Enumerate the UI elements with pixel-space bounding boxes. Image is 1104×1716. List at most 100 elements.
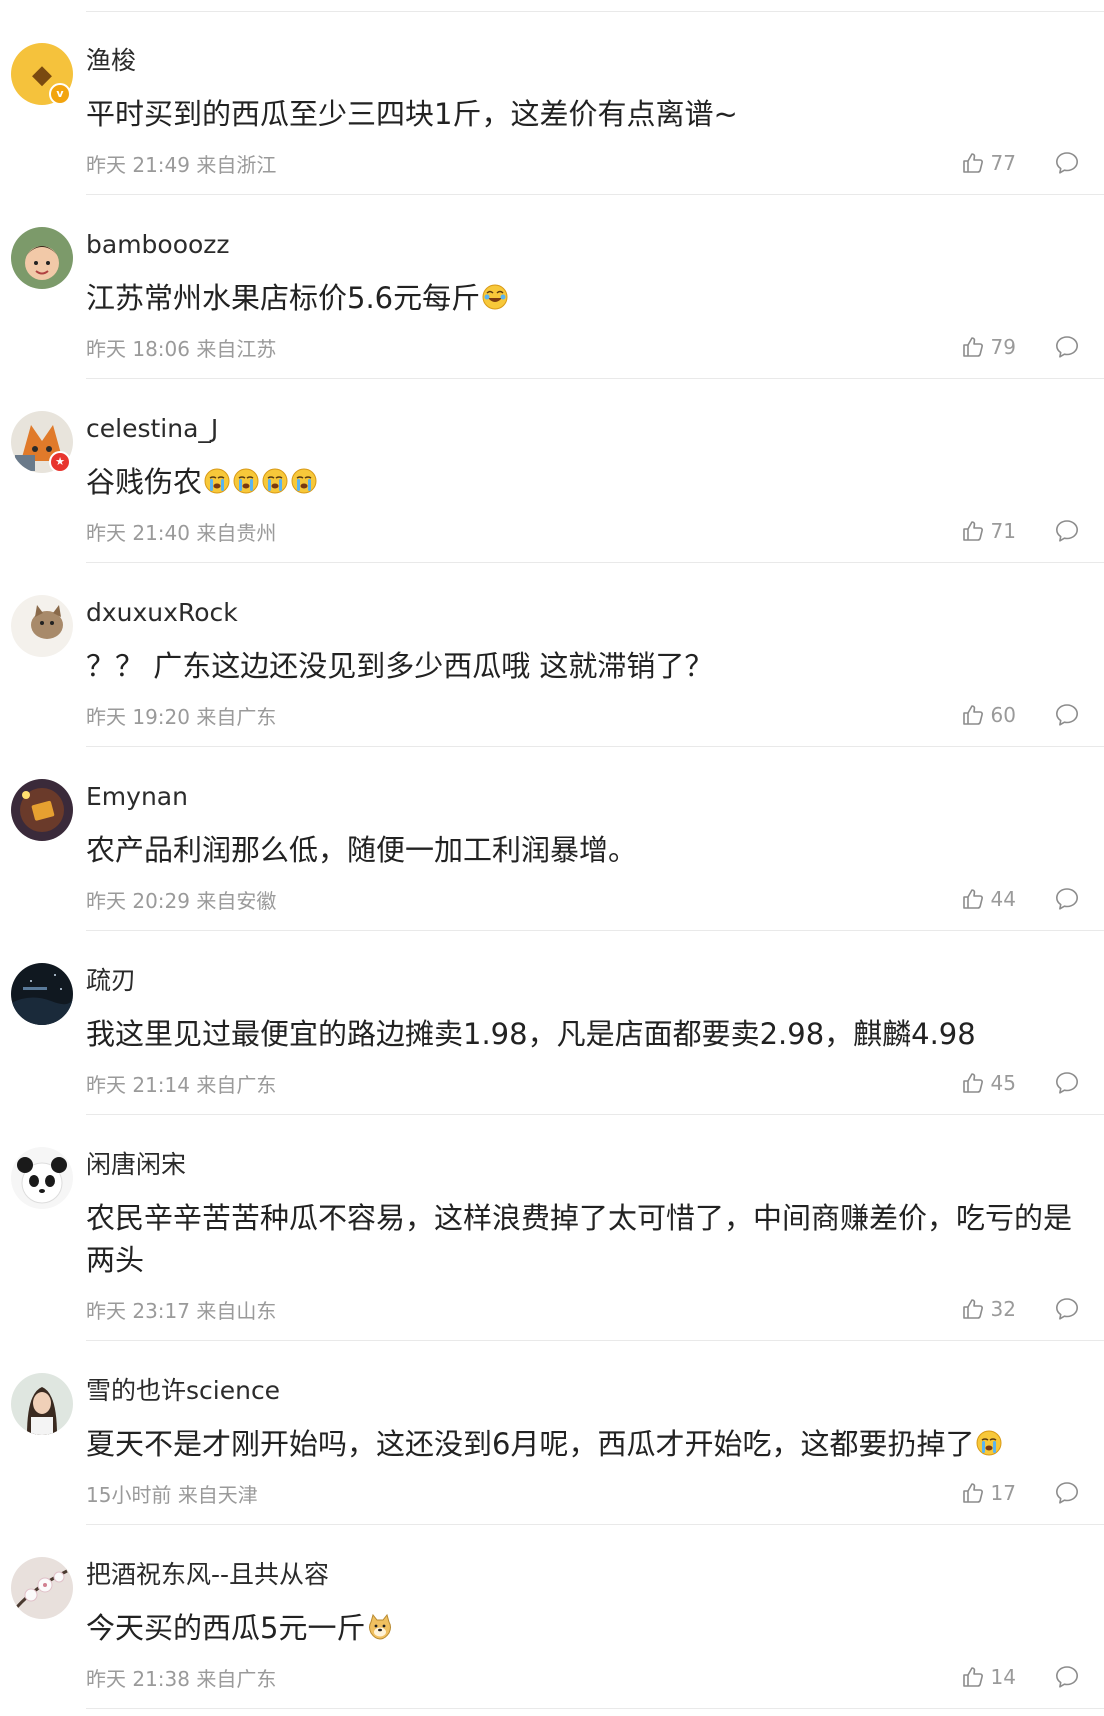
comment-location: 来自江苏 — [196, 337, 277, 361]
comment-location: 来自浙江 — [196, 153, 277, 177]
verified-icon: v — [49, 83, 71, 105]
like-button[interactable]: 45 — [961, 1069, 1016, 1097]
reply-button[interactable] — [1054, 1296, 1080, 1322]
crying-emoji-icon — [232, 467, 260, 495]
comment-actions: 17 — [961, 1479, 1080, 1507]
like-button[interactable]: 17 — [961, 1479, 1016, 1507]
divider — [86, 1708, 1104, 1709]
like-button[interactable]: 60 — [961, 701, 1016, 729]
comment-author[interactable]: 雪的也许science — [86, 1375, 280, 1407]
like-count: 60 — [990, 703, 1016, 727]
avatar[interactable] — [11, 595, 73, 657]
like-count: 14 — [990, 1665, 1016, 1689]
reply-button[interactable] — [1054, 1664, 1080, 1690]
comment-meta: 昨天 21:14 来自广东 — [86, 1071, 276, 1099]
like-button[interactable]: 44 — [961, 885, 1016, 913]
comment-text: 今天买的西瓜5元一斤 — [86, 1607, 1074, 1649]
laughing-emoji-icon — [481, 283, 509, 311]
comment-bubble-icon — [1054, 1070, 1080, 1096]
comment-meta: 昨天 21:49 来自浙江 — [86, 151, 276, 179]
comment-actions: 32 — [961, 1295, 1080, 1323]
comment-actions: 71 — [961, 517, 1080, 545]
comment-time: 昨天 21:49 — [86, 153, 190, 177]
comment-meta: 15小时前 来自天津 — [86, 1481, 258, 1509]
comment-text: 平时买到的西瓜至少三四块1斤，这差价有点离谱~ — [86, 97, 738, 131]
like-button[interactable]: 77 — [961, 149, 1016, 177]
comment-item: ★ celestina_J 谷贱伤农 昨天 21:40 来自贵州 71 — [0, 379, 1104, 563]
comment-actions: 60 — [961, 701, 1080, 729]
like-button[interactable]: 14 — [961, 1663, 1016, 1691]
svg-text:◆: ◆ — [32, 60, 52, 90]
crying-emoji-icon — [203, 467, 231, 495]
crying-emoji-icon — [290, 467, 318, 495]
comment-actions: 44 — [961, 885, 1080, 913]
comment-bubble-icon — [1054, 702, 1080, 728]
star-badge-icon: ★ — [49, 451, 71, 473]
comment-author[interactable]: 把酒祝东风--且共从容 — [86, 1559, 329, 1591]
like-count: 45 — [990, 1071, 1016, 1095]
comment-bubble-icon — [1054, 1664, 1080, 1690]
comment-author[interactable]: dxuxuxRock — [86, 597, 238, 629]
crying-emoji-icon — [261, 467, 289, 495]
like-button[interactable]: 32 — [961, 1295, 1016, 1323]
thumbs-up-icon — [961, 519, 985, 543]
like-count: 17 — [990, 1481, 1016, 1505]
comment-location: 来自广东 — [196, 1073, 277, 1097]
comment-location: 来自安徽 — [196, 889, 277, 913]
comment-author[interactable]: bambooozz — [86, 229, 230, 261]
thumbs-up-icon — [961, 887, 985, 911]
comment-text: 谷贱伤农 — [86, 461, 1074, 503]
comment-bubble-icon — [1054, 886, 1080, 912]
crying-emoji-icon — [975, 1429, 1003, 1457]
comment-time: 昨天 21:38 — [86, 1667, 190, 1691]
comment-bubble-icon — [1054, 150, 1080, 176]
reply-button[interactable] — [1054, 1480, 1080, 1506]
comment-item: 把酒祝东风--且共从容 今天买的西瓜5元一斤 昨天 21:38 来自广东 14 — [0, 1525, 1104, 1709]
comment-bubble-icon — [1054, 334, 1080, 360]
comment-time: 昨天 21:40 — [86, 521, 190, 545]
like-count: 77 — [990, 151, 1016, 175]
thumbs-up-icon — [961, 703, 985, 727]
reply-button[interactable] — [1054, 702, 1080, 728]
comment-bubble-icon — [1054, 1480, 1080, 1506]
comment-actions: 14 — [961, 1663, 1080, 1691]
comment-author[interactable]: celestina_J — [86, 413, 218, 445]
comment-location: 来自广东 — [196, 1667, 277, 1691]
comment-text: 农产品利润那么低，随便一加工利润暴增。 — [86, 833, 638, 867]
comment-list: ◆ v 渔梭 平时买到的西瓜至少三四块1斤，这差价有点离谱~ 昨天 21:49 … — [0, 11, 1104, 1709]
thumbs-up-icon — [961, 151, 985, 175]
reply-button[interactable] — [1054, 150, 1080, 176]
comment-time: 15小时前 — [86, 1483, 172, 1507]
like-count: 79 — [990, 335, 1016, 359]
reply-button[interactable] — [1054, 334, 1080, 360]
avatar[interactable] — [11, 1557, 73, 1619]
avatar[interactable] — [11, 779, 73, 841]
comment-item: 闲唐闲宋 农民辛辛苦苦种瓜不容易，这样浪费掉了太可惜了，中间商赚差价，吃亏的是两… — [0, 1115, 1104, 1341]
avatar[interactable] — [11, 1147, 73, 1209]
comment-text: 我这里见过最便宜的路边摊卖1.98，凡是店面都要卖2.98，麒麟4.98 — [86, 1017, 976, 1051]
doge-emoji-icon — [366, 1613, 394, 1641]
comment-location: 来自贵州 — [196, 521, 277, 545]
comment-meta: 昨天 19:20 来自广东 — [86, 703, 276, 731]
like-count: 32 — [990, 1297, 1016, 1321]
reply-button[interactable] — [1054, 886, 1080, 912]
like-button[interactable]: 79 — [961, 333, 1016, 361]
comment-item: Emynan 农产品利润那么低，随便一加工利润暴增。 昨天 20:29 来自安徽… — [0, 747, 1104, 931]
comment-item: bambooozz 江苏常州水果店标价5.6元每斤 昨天 18:06 来自江苏 … — [0, 195, 1104, 379]
thumbs-up-icon — [961, 1665, 985, 1689]
comment-author[interactable]: 闲唐闲宋 — [86, 1149, 186, 1181]
reply-button[interactable] — [1054, 1070, 1080, 1096]
comment-meta: 昨天 23:17 来自山东 — [86, 1297, 276, 1325]
like-count: 71 — [990, 519, 1016, 543]
like-button[interactable]: 71 — [961, 517, 1016, 545]
avatar[interactable] — [11, 1373, 73, 1435]
comment-author[interactable]: Emynan — [86, 781, 188, 813]
comment-time: 昨天 19:20 — [86, 705, 190, 729]
comment-meta: 昨天 21:40 来自贵州 — [86, 519, 276, 547]
comment-author[interactable]: 疏刃 — [86, 965, 136, 997]
comment-author[interactable]: 渔梭 — [86, 45, 136, 77]
avatar[interactable] — [11, 227, 73, 289]
avatar[interactable] — [11, 963, 73, 1025]
comment-actions: 77 — [961, 149, 1080, 177]
reply-button[interactable] — [1054, 518, 1080, 544]
